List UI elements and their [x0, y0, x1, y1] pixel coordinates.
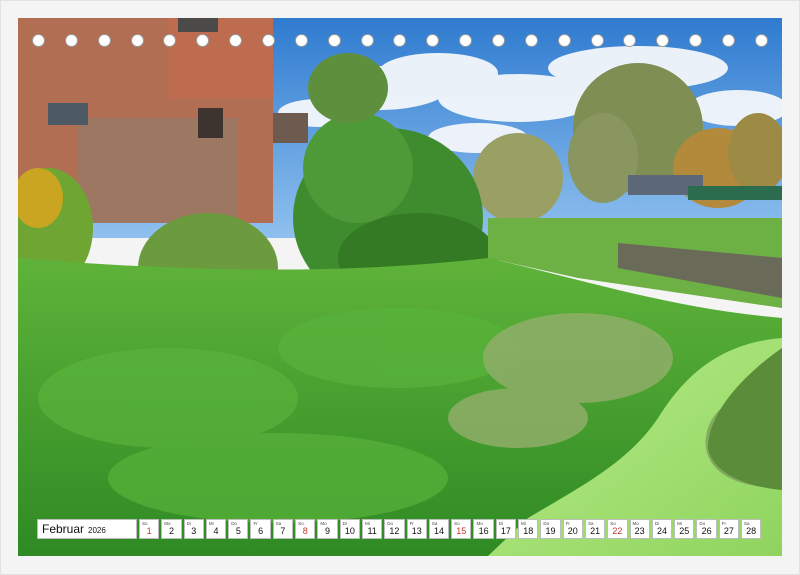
day-cell: Fr 13 — [406, 519, 427, 539]
year-label: 2026 — [88, 525, 106, 535]
day-cell: So 15 — [451, 519, 472, 539]
binding-hole — [754, 34, 768, 47]
day-cell: Sa 7 — [272, 519, 294, 539]
day-cell: So 22 — [607, 519, 628, 539]
binding-hole — [492, 34, 506, 47]
day-number: 18 — [523, 526, 534, 536]
binding-hole — [229, 34, 243, 47]
binding-hole — [97, 34, 111, 47]
binding-hole — [294, 34, 308, 47]
day-cell: Do 26 — [696, 519, 717, 539]
day-number: 20 — [567, 526, 578, 536]
day-cell: Di 10 — [339, 519, 360, 539]
binding-holes — [18, 34, 782, 50]
calendar-strip: Februar 2026 So 1 Mo 2 Di 3 Mi 4 Do 5 Fr 6 Sa 7 So 8 Mo 9… — [37, 519, 763, 539]
day-cell: Fr 6 — [250, 519, 271, 539]
day-cell: Mo 9 — [317, 519, 338, 539]
day-number: 5 — [235, 526, 241, 536]
day-number: 10 — [344, 526, 355, 536]
day-cell: Mi 11 — [361, 519, 383, 539]
day-cell: Fr 20 — [562, 519, 583, 539]
day-cell: Fr 27 — [718, 519, 740, 539]
day-cell: Mi 4 — [205, 519, 227, 539]
day-number: 25 — [679, 526, 690, 536]
day-cell: Do 12 — [384, 519, 405, 539]
day-cell: So 1 — [139, 519, 160, 539]
day-number: 21 — [590, 526, 601, 536]
binding-hole — [64, 34, 78, 47]
day-number: 8 — [302, 526, 308, 536]
binding-hole — [327, 34, 341, 47]
month-name: Februar — [42, 522, 85, 536]
day-cell: Mo 2 — [161, 519, 182, 539]
binding-hole — [130, 34, 144, 47]
day-cell: Mi 18 — [518, 519, 539, 539]
day-number: 26 — [701, 526, 712, 536]
binding-hole — [426, 34, 440, 47]
landscape-photo — [18, 18, 782, 556]
binding-hole — [360, 34, 374, 47]
binding-hole — [557, 34, 571, 47]
day-number: 12 — [389, 526, 400, 536]
binding-hole — [623, 34, 637, 47]
day-number: 7 — [280, 526, 286, 536]
day-number: 2 — [168, 526, 174, 536]
day-cell: Do 5 — [228, 519, 249, 539]
day-cell: Sa 28 — [741, 519, 762, 539]
day-cells: So 1 Mo 2 Di 3 Mi 4 Do 5 Fr 6 Sa 7 So 8 Mo 9 Di 10 Mi 11 Do 12 F… — [139, 519, 762, 539]
day-number: 1 — [146, 526, 152, 536]
day-number: 6 — [258, 526, 264, 536]
photo-illustration — [18, 18, 782, 556]
day-number: 23 — [634, 526, 645, 536]
binding-hole — [32, 34, 45, 47]
day-cell: Sa 14 — [428, 519, 450, 539]
day-cell: Sa 21 — [584, 519, 606, 539]
binding-hole — [524, 34, 538, 47]
calendar-page: Februar 2026 So 1 Mo 2 Di 3 Mi 4 Do 5 Fr 6 Sa 7 So 8 Mo 9… — [0, 0, 800, 575]
binding-hole — [459, 34, 473, 47]
day-number: 17 — [500, 526, 511, 536]
day-cell: So 8 — [295, 519, 316, 539]
binding-hole — [590, 34, 604, 47]
day-number: 11 — [367, 526, 377, 536]
day-number: 13 — [411, 526, 422, 536]
day-number: 28 — [746, 526, 757, 536]
day-cell: Di 17 — [495, 519, 517, 539]
day-number: 14 — [434, 526, 445, 536]
day-cell: Mo 16 — [473, 519, 494, 539]
day-cell: Do 19 — [540, 519, 561, 539]
day-cell: Di 24 — [651, 519, 673, 539]
binding-hole — [656, 34, 670, 47]
day-number: 9 — [325, 526, 331, 536]
day-cell: Mi 25 — [674, 519, 695, 539]
day-number: 15 — [456, 526, 467, 536]
day-cell: Mo 23 — [629, 519, 650, 539]
day-number: 16 — [478, 526, 489, 536]
binding-hole — [393, 34, 407, 47]
binding-hole — [196, 34, 210, 47]
month-label-box: Februar 2026 — [37, 519, 137, 539]
day-number: 27 — [723, 526, 734, 536]
day-number: 24 — [656, 526, 667, 536]
binding-hole — [163, 34, 177, 47]
day-number: 4 — [213, 526, 219, 536]
binding-hole — [689, 34, 703, 47]
day-number: 19 — [545, 526, 556, 536]
day-number: 22 — [612, 526, 623, 536]
day-cell: Di 3 — [183, 519, 204, 539]
binding-hole — [722, 34, 736, 47]
day-number: 3 — [191, 526, 197, 536]
binding-hole — [262, 34, 276, 47]
